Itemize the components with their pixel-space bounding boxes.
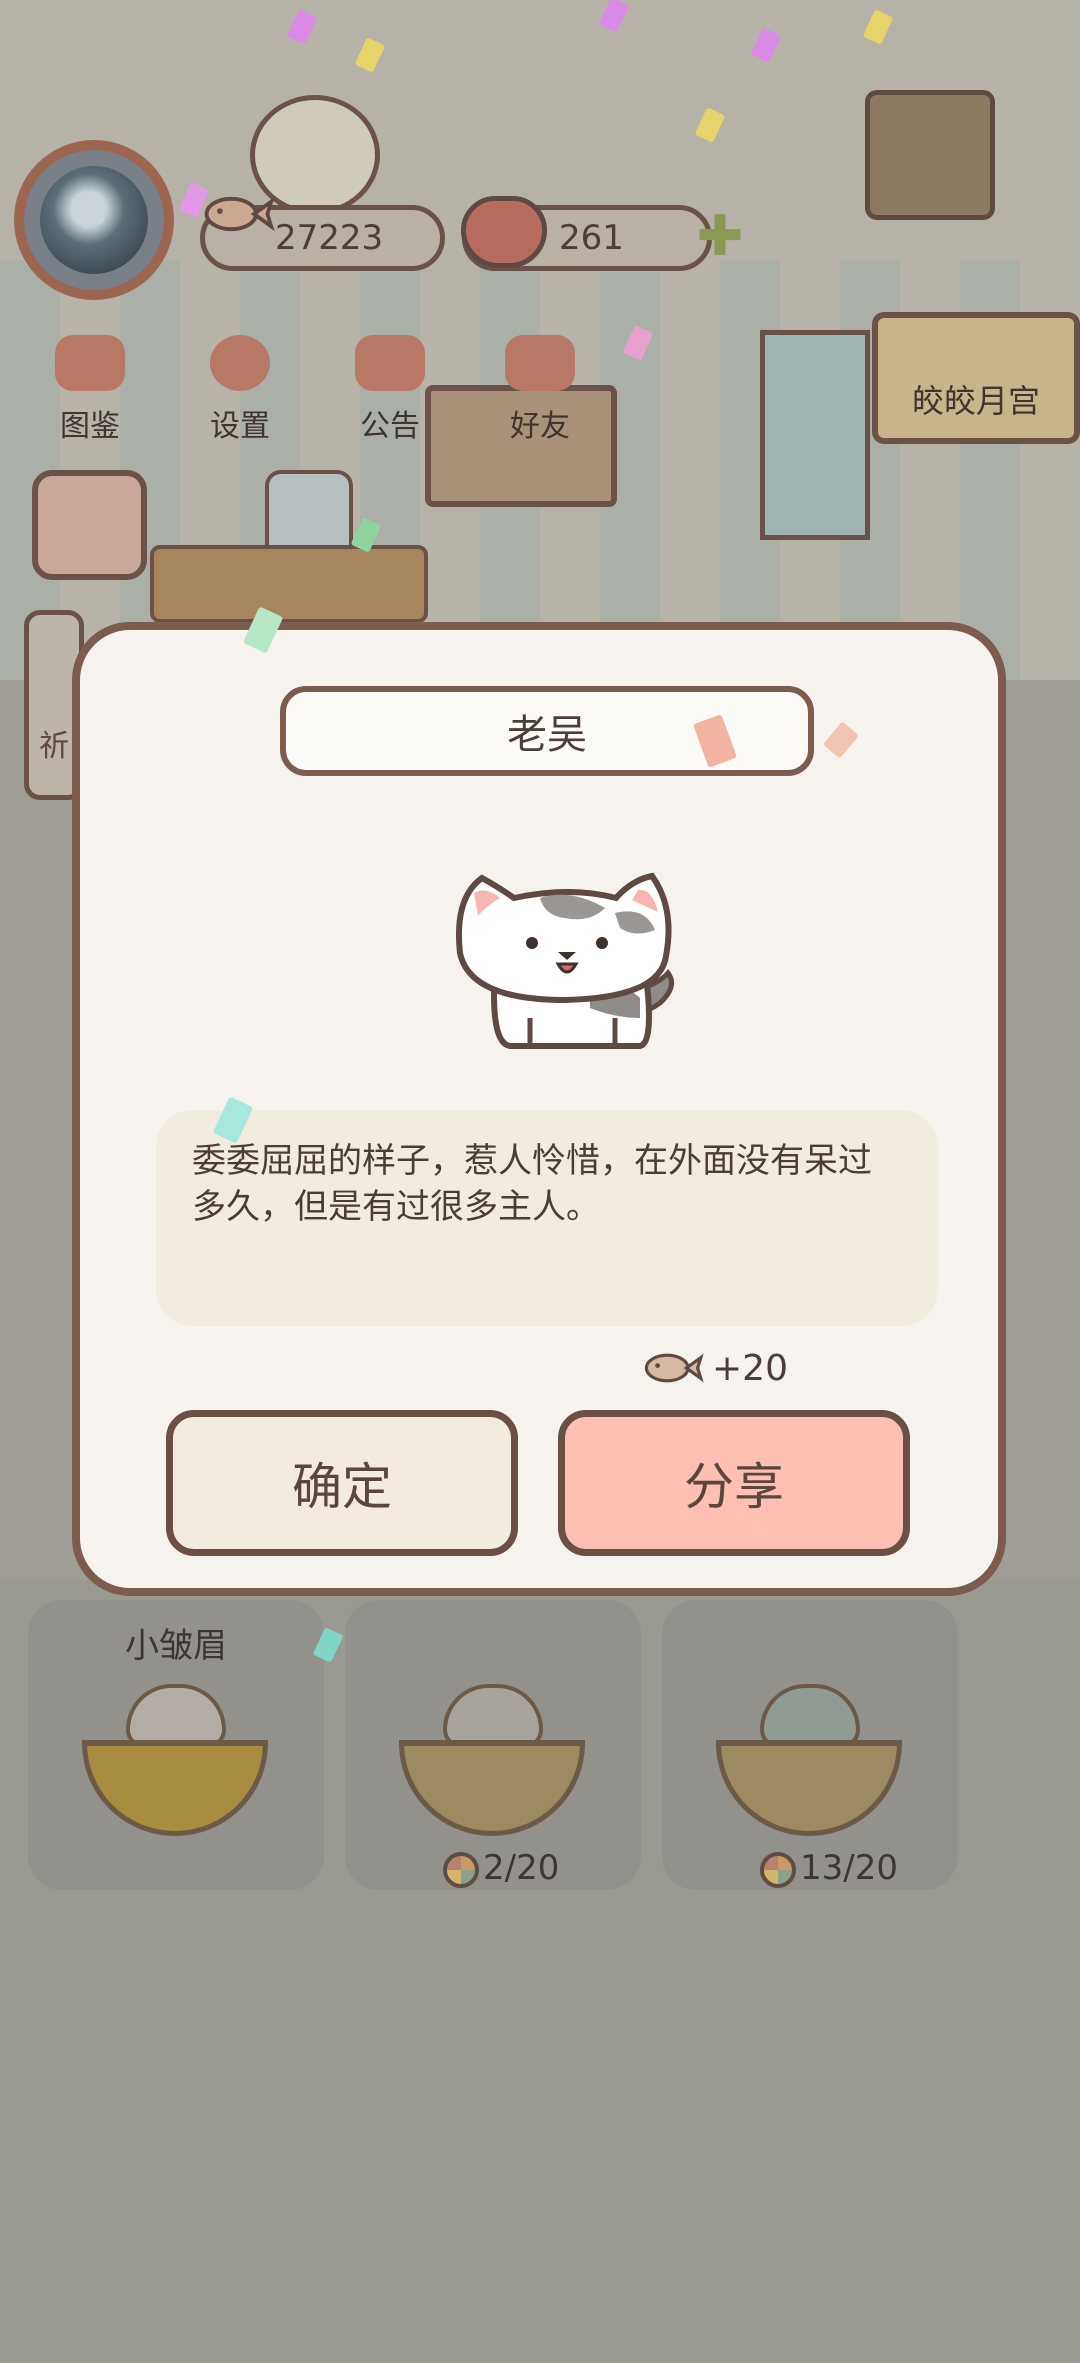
gear-icon bbox=[210, 335, 270, 391]
bowl-progress: 2/20 bbox=[443, 1848, 559, 1888]
cat-book-icon bbox=[55, 335, 125, 391]
confetti bbox=[822, 721, 860, 759]
confirm-button-label: 确定 bbox=[292, 1458, 392, 1516]
cat-name-plate: 老吴 bbox=[280, 686, 814, 776]
bowl-progress: 13/20 bbox=[760, 1848, 898, 1888]
bowl-icon bbox=[716, 1740, 902, 1836]
menu-item-friends[interactable]: 好友 bbox=[480, 335, 600, 445]
avatar-image bbox=[40, 166, 148, 274]
candy-icon bbox=[760, 1851, 796, 1888]
player-avatar[interactable] bbox=[14, 140, 174, 300]
share-button[interactable]: 分享 bbox=[558, 1410, 910, 1556]
bowl-icon bbox=[82, 1740, 268, 1836]
bowl-count: 13/20 bbox=[800, 1848, 898, 1888]
gift-icon bbox=[355, 335, 425, 391]
fish-icon bbox=[204, 196, 275, 232]
food-bowl-card[interactable]: 小皱眉 bbox=[28, 1600, 324, 1890]
fish-icon bbox=[644, 1353, 704, 1383]
cat-info-dialog: 老吴 委委屈屈的样子，惹人怜惜，在外面没有呆过多久，但是有过很多主人。 +20 bbox=[72, 606, 1006, 1596]
menu-item-label: 好友 bbox=[510, 409, 570, 444]
food-bowl-card[interactable]: 13/20 bbox=[662, 1600, 958, 1890]
menu-item-collection[interactable]: 图鉴 bbox=[30, 335, 150, 445]
menu-item-label: 设置 bbox=[210, 409, 270, 444]
cat-illustration bbox=[455, 872, 675, 1049]
fish-count: 27223 bbox=[275, 218, 384, 258]
share-button-label: 分享 bbox=[684, 1458, 784, 1516]
cat-description-box: 委委屈屈的样子，惹人怜惜，在外面没有呆过多久，但是有过很多主人。 bbox=[156, 1110, 938, 1326]
bowl-icon bbox=[399, 1740, 585, 1836]
reward-info: +20 bbox=[640, 1340, 788, 1396]
calendar-icon[interactable] bbox=[32, 470, 147, 580]
bowl-name: 小皱眉 bbox=[125, 1626, 227, 1666]
candy-icon bbox=[443, 1851, 479, 1888]
friends-icon bbox=[505, 335, 575, 391]
menu-item-announcement[interactable]: 公告 bbox=[330, 335, 450, 445]
heart-count: 261 bbox=[559, 218, 624, 258]
food-bowl-card[interactable]: 2/20 bbox=[345, 1600, 641, 1890]
add-icon[interactable]: ✚ bbox=[693, 209, 747, 265]
menu-item-label: 图鉴 bbox=[60, 409, 120, 444]
cat-head-icon bbox=[443, 1684, 543, 1748]
heart-currency-pill: 261 ✚ bbox=[461, 196, 743, 271]
side-panel-label: 祈 bbox=[39, 729, 69, 764]
menu-item-label: 公告 bbox=[360, 409, 420, 444]
reward-amount: +20 bbox=[712, 1347, 788, 1389]
window-decoration bbox=[760, 330, 870, 540]
fish-currency-pill: 27223 bbox=[200, 196, 445, 271]
cat-head-icon bbox=[126, 1684, 226, 1748]
cat-head-icon bbox=[760, 1684, 860, 1748]
menu-item-settings[interactable]: 设置 bbox=[180, 335, 300, 445]
cat-description: 委委屈屈的样子，惹人怜惜，在外面没有呆过多久，但是有过很多主人。 bbox=[192, 1141, 872, 1227]
table-decoration bbox=[150, 545, 428, 623]
heart-icon bbox=[461, 196, 547, 268]
cat-name: 老吴 bbox=[507, 712, 587, 758]
bowl-count: 2/20 bbox=[483, 1848, 560, 1888]
banner-label: 皎皎月宫 bbox=[911, 382, 1040, 420]
gramophone-decoration bbox=[865, 90, 995, 220]
confirm-button[interactable]: 确定 bbox=[166, 1410, 518, 1556]
moon-palace-banner[interactable]: 皎皎月宫 bbox=[872, 312, 1080, 444]
